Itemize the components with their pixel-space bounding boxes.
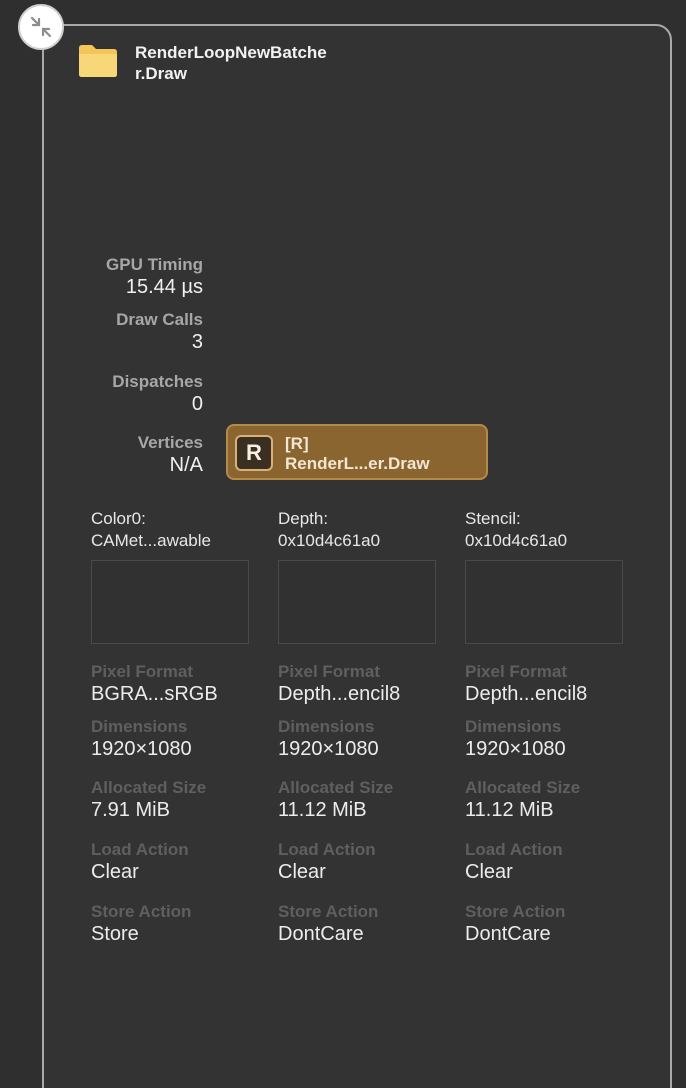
prop-store-action: Store Action DontCare xyxy=(465,902,635,946)
prop-label: Pixel Format xyxy=(91,662,194,681)
prop-value: 11.12 MiB xyxy=(278,799,367,821)
prop-allocated-size: Allocated Size 11.12 MiB xyxy=(278,778,448,822)
prop-dimensions: Dimensions 1920×1080 xyxy=(278,717,448,761)
prop-label: Store Action xyxy=(465,902,566,921)
attachment-color0: Color0: CAMet...awable Pixel Format BGRA… xyxy=(91,508,261,946)
render-encoder-badge[interactable]: R [R] RenderL...er.Draw xyxy=(226,424,488,480)
badge-text: [R] RenderL...er.Draw xyxy=(285,434,430,474)
prop-store-action: Store Action DontCare xyxy=(278,902,448,946)
prop-allocated-size: Allocated Size 11.12 MiB xyxy=(465,778,635,822)
prop-store-action: Store Action Store xyxy=(91,902,261,946)
node-title: RenderLoopNewBatcher.Draw xyxy=(135,43,327,83)
prop-load-action: Load Action Clear xyxy=(465,840,635,884)
prop-label: Load Action xyxy=(278,840,376,859)
prop-label: Store Action xyxy=(91,902,192,921)
prop-value: 1920×1080 xyxy=(91,738,192,760)
folder-icon xyxy=(79,45,117,77)
stat-draw-calls: Draw Calls 3 xyxy=(3,310,203,354)
stat-gpu-timing: GPU Timing 15.44 µs xyxy=(3,255,203,299)
attachment-depth: Depth: 0x10d4c61a0 Pixel Format Depth...… xyxy=(278,508,448,946)
prop-value: Depth...encil8 xyxy=(278,683,401,705)
attachment-address: CAMet...awable xyxy=(91,531,211,550)
prop-load-action: Load Action Clear xyxy=(91,840,261,884)
stat-label: GPU Timing xyxy=(106,255,203,274)
attachment-thumbnail[interactable] xyxy=(465,560,623,644)
attachment-address: 0x10d4c61a0 xyxy=(278,531,381,550)
prop-label: Dimensions xyxy=(465,717,562,736)
prop-label: Allocated Size xyxy=(278,778,394,797)
prop-value: DontCare xyxy=(278,923,364,945)
attachment-address: 0x10d4c61a0 xyxy=(465,531,568,550)
prop-value: 11.12 MiB xyxy=(465,799,554,821)
prop-value: DontCare xyxy=(465,923,551,945)
prop-label: Allocated Size xyxy=(465,778,581,797)
prop-value: 1920×1080 xyxy=(465,738,566,760)
prop-label: Store Action xyxy=(278,902,379,921)
prop-dimensions: Dimensions 1920×1080 xyxy=(465,717,635,761)
stat-dispatches: Dispatches 0 xyxy=(3,372,203,416)
stat-label: Dispatches xyxy=(112,372,203,391)
stat-value: 15.44 µs xyxy=(125,276,203,298)
prop-allocated-size: Allocated Size 7.91 MiB xyxy=(91,778,261,822)
attachment-name: Color0: xyxy=(91,509,146,528)
stat-value: 0 xyxy=(191,393,203,415)
prop-value: Clear xyxy=(465,861,513,883)
prop-label: Pixel Format xyxy=(465,662,568,681)
prop-label: Dimensions xyxy=(91,717,188,736)
prop-label: Pixel Format xyxy=(278,662,381,681)
stat-value: N/A xyxy=(169,454,203,476)
prop-label: Dimensions xyxy=(278,717,375,736)
collapse-arrows-icon xyxy=(30,16,52,38)
attachment-thumbnail[interactable] xyxy=(91,560,249,644)
prop-value: Store xyxy=(91,923,139,945)
prop-pixel-format: Pixel Format Depth...encil8 xyxy=(278,662,448,706)
prop-label: Allocated Size xyxy=(91,778,207,797)
badge-type-label: [R] xyxy=(285,434,309,453)
render-encoder-icon: R xyxy=(235,435,273,471)
prop-load-action: Load Action Clear xyxy=(278,840,448,884)
prop-label: Load Action xyxy=(91,840,189,859)
prop-value: Depth...encil8 xyxy=(465,683,588,705)
stat-value: 3 xyxy=(191,331,203,353)
prop-pixel-format: Pixel Format BGRA...sRGB xyxy=(91,662,261,706)
stat-label: Draw Calls xyxy=(116,310,203,329)
attachment-name: Stencil: xyxy=(465,509,521,528)
prop-pixel-format: Pixel Format Depth...encil8 xyxy=(465,662,635,706)
attachment-thumbnail[interactable] xyxy=(278,560,436,644)
attachment-name: Depth: xyxy=(278,509,329,528)
prop-dimensions: Dimensions 1920×1080 xyxy=(91,717,261,761)
stat-label: Vertices xyxy=(137,433,203,452)
prop-value: BGRA...sRGB xyxy=(91,683,218,705)
attachment-stencil: Stencil: 0x10d4c61a0 Pixel Format Depth.… xyxy=(465,508,635,946)
stat-vertices: Vertices N/A xyxy=(3,433,203,477)
prop-value: 7.91 MiB xyxy=(91,799,170,821)
badge-encoder-name: RenderL...er.Draw xyxy=(285,454,430,473)
prop-value: 1920×1080 xyxy=(278,738,379,760)
prop-value: Clear xyxy=(278,861,326,883)
collapse-button[interactable] xyxy=(18,4,64,50)
prop-label: Load Action xyxy=(465,840,563,859)
prop-value: Clear xyxy=(91,861,139,883)
